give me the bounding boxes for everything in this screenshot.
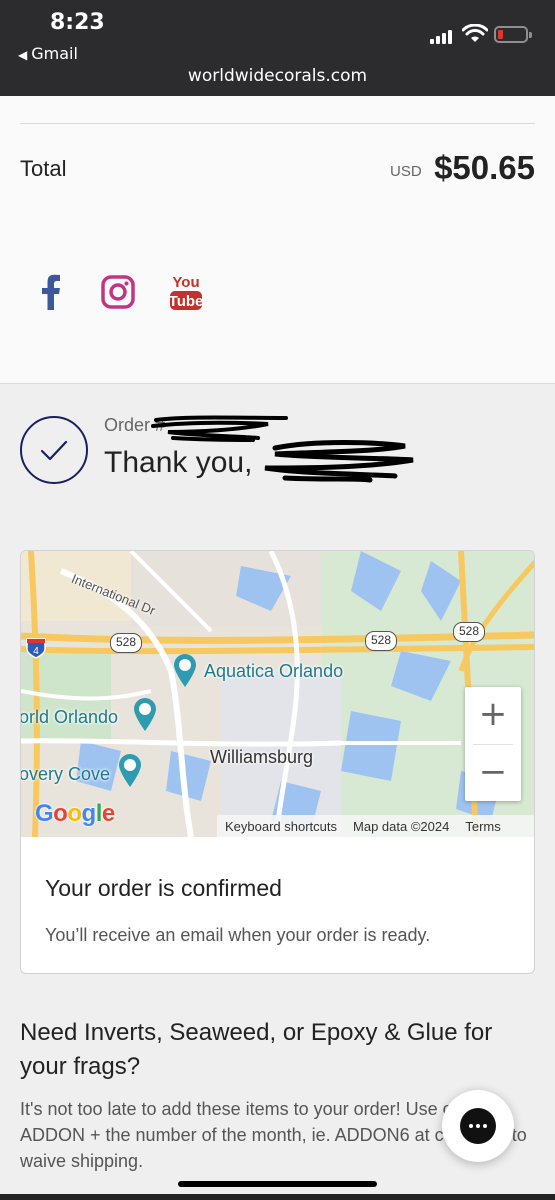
map-pin-icon[interactable] [172, 652, 198, 688]
instagram-icon [101, 275, 135, 309]
back-to-app-link[interactable]: ◀ Gmail [18, 44, 78, 63]
google-logo[interactable]: Google [35, 800, 115, 828]
map-terms-link[interactable]: Terms [457, 819, 508, 834]
total-amount: $50.65 [434, 149, 535, 186]
total-label: Total [20, 156, 67, 181]
route-528-shield: 528 [365, 631, 398, 651]
zoom-in-button[interactable]: + [465, 687, 521, 743]
map-pin-icon[interactable] [132, 696, 158, 732]
map-pin-icon[interactable] [117, 752, 143, 788]
currency-code: USD [390, 163, 422, 180]
zoom-out-button[interactable]: − [465, 745, 521, 801]
order-summary-section: Total USD $50.65 You Tube [0, 96, 555, 384]
order-number: Order # [104, 415, 166, 435]
facebook-icon [42, 274, 60, 310]
route-528-shield: 528 [110, 633, 143, 653]
map-label-seaworld[interactable]: orld Orlando [21, 707, 118, 728]
map-attribution-bar: Keyboard shortcuts Map data ©2024 Terms [217, 815, 534, 837]
instagram-link[interactable] [100, 272, 136, 312]
redaction-scribble [264, 440, 414, 483]
bottom-toolbar-edge [0, 1194, 555, 1200]
confirmation-title: Your order is confirmed [45, 875, 282, 901]
order-map-card: International Dr 528 528 528 4 Aquatica … [20, 550, 535, 974]
interstate-shield-icon: 4 [26, 638, 46, 659]
wifi-icon [462, 24, 488, 42]
back-triangle-icon: ◀ [18, 48, 28, 62]
url-bar[interactable]: worldwidecorals.com [0, 66, 555, 86]
divider [20, 123, 535, 124]
map-label-aquatica[interactable]: Aquatica Orlando [204, 661, 343, 682]
home-indicator[interactable] [178, 1181, 377, 1187]
youtube-link[interactable]: You Tube [167, 272, 205, 312]
cellular-signal-icon [430, 28, 456, 44]
back-app-label: Gmail [31, 44, 78, 63]
upsell-heading: Need Inverts, Seaweed, or Epoxy & Glue f… [20, 1019, 493, 1080]
redaction-scribble [151, 415, 288, 442]
map-zoom-control: + − [465, 687, 521, 801]
thank-you-heading: Thank you, [104, 446, 253, 479]
facebook-link[interactable] [33, 272, 69, 312]
youtube-icon: You Tube [169, 274, 204, 310]
chat-bubble-icon [460, 1108, 496, 1144]
route-528-shield: 528 [453, 622, 486, 642]
map-data-attribution: Map data ©2024 [353, 818, 450, 834]
confirmation-subtitle: You’ll receive an email when your order … [45, 925, 431, 945]
status-time: 8:23 [50, 10, 105, 35]
interstate-number: 4 [33, 646, 39, 657]
svg-text:Tube: Tube [169, 293, 204, 310]
map-label-discovery-cove[interactable]: overy Cove [21, 764, 110, 785]
location-map[interactable]: International Dr 528 528 528 4 Aquatica … [21, 551, 534, 837]
battery-icon [494, 26, 532, 43]
order-confirmed-check-icon [20, 416, 88, 484]
svg-text:You: You [172, 274, 199, 291]
keyboard-shortcuts-link[interactable]: Keyboard shortcuts [217, 819, 345, 834]
status-bar: 8:23 ◀ Gmail worldwidecorals.com [0, 0, 555, 96]
chat-widget-button[interactable] [442, 1090, 514, 1162]
map-label-williamsburg: Williamsburg [210, 747, 314, 767]
